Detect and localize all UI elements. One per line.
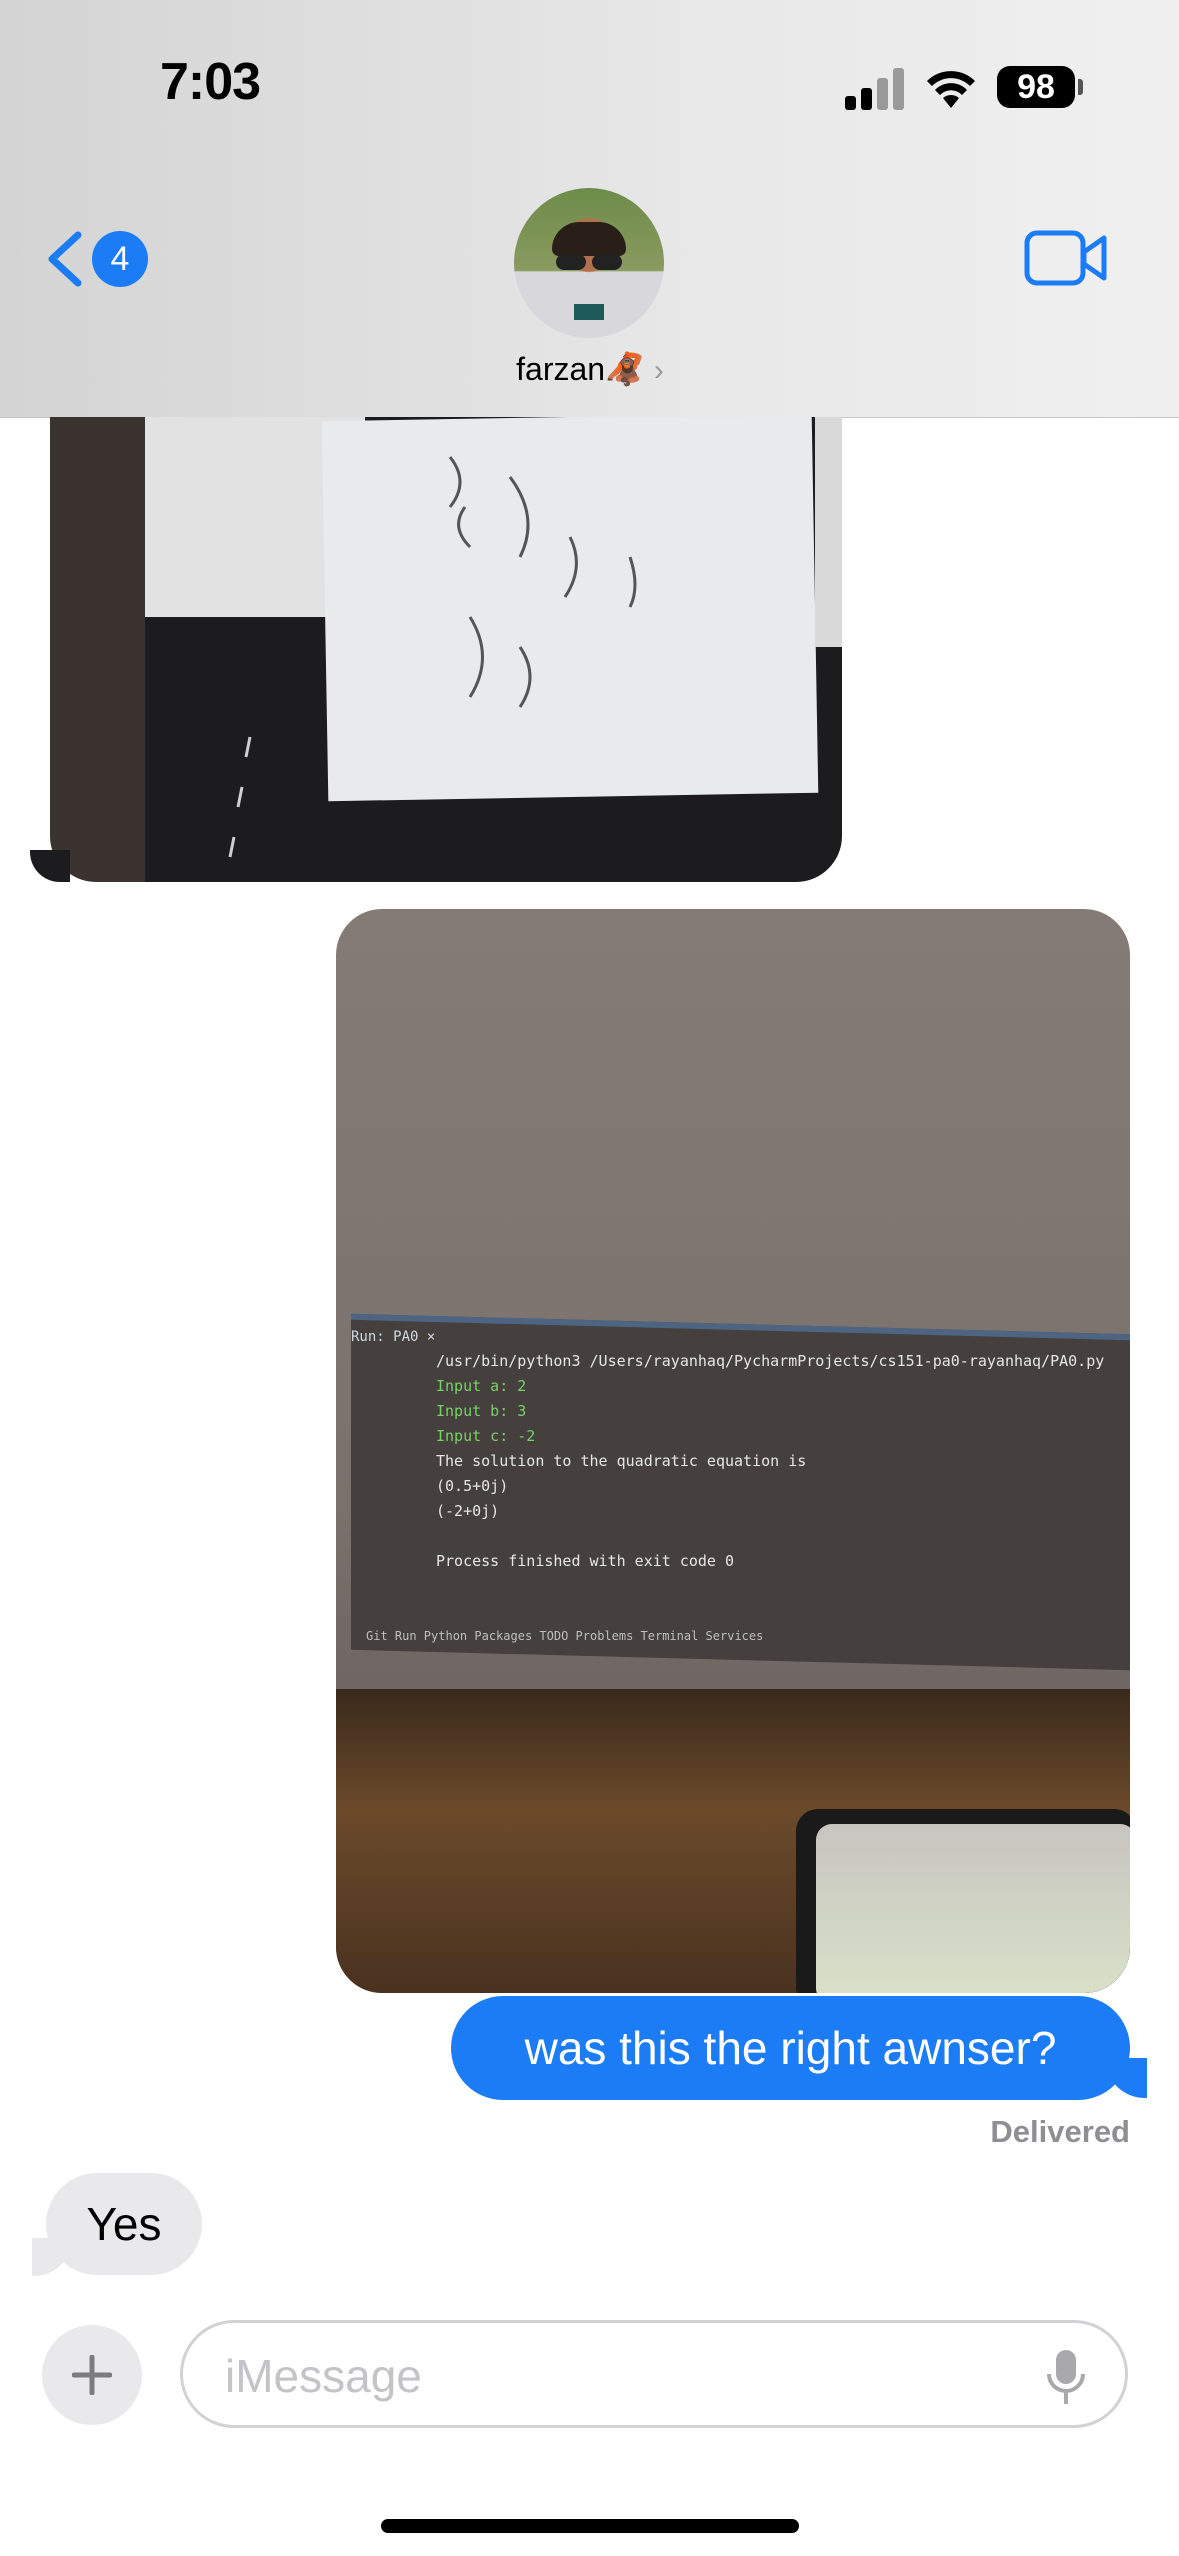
- imessage-input[interactable]: [223, 2347, 1007, 2405]
- sent-photo-attachment[interactable]: Run: PA0 × /usr/bin/python3 /Users/rayan…: [336, 909, 1130, 1993]
- bubble-tail: [30, 850, 70, 882]
- contact-avatar[interactable]: [514, 188, 664, 338]
- incoming-message[interactable]: Yes: [46, 2173, 202, 2275]
- terminal-output: /usr/bin/python3 /Users/rayanhaq/Pycharm…: [436, 1349, 1104, 1574]
- contact-name-button[interactable]: farzan🦧 ›: [440, 350, 740, 388]
- chevron-left-icon: [48, 231, 82, 287]
- laptop-screen: [816, 1824, 1130, 1993]
- message-input-field[interactable]: [180, 2320, 1128, 2428]
- chevron-right-icon: ›: [653, 354, 664, 387]
- plus-icon: [72, 2355, 112, 2395]
- terminal-line: The solution to the quadratic equation i…: [436, 1452, 807, 1470]
- battery-indicator: 98: [997, 66, 1075, 108]
- outgoing-message[interactable]: was this the right awnser?: [451, 1996, 1130, 2100]
- terminal-line: (0.5+0j): [436, 1477, 509, 1495]
- status-time: 7:03: [160, 53, 261, 111]
- handwriting-marks: [228, 456, 637, 858]
- received-photo-attachment[interactable]: [50, 417, 842, 882]
- delivery-status: Delivered: [990, 2114, 1130, 2149]
- home-indicator: [381, 2519, 799, 2533]
- run-tab-label: Run: PA0 ×: [351, 1329, 436, 1345]
- wifi-icon: [927, 71, 975, 108]
- unread-count-badge: 4: [92, 231, 148, 287]
- battery-nub: [1078, 79, 1083, 95]
- cellular-signal-icon: [845, 68, 905, 110]
- video-camera-icon[interactable]: [1024, 228, 1108, 288]
- terminal-line: Input b: 3: [436, 1402, 527, 1420]
- ide-tool-tabs: Git Run Python Packages TODO Problems Te…: [366, 1629, 764, 1643]
- terminal-line: Input c: -2: [436, 1427, 536, 1445]
- terminal-line: Input a: 2: [436, 1377, 527, 1395]
- contact-name: farzan🦧: [516, 351, 645, 387]
- terminal-line: (-2+0j): [436, 1502, 500, 1520]
- terminal-line: /usr/bin/python3 /Users/rayanhaq/Pycharm…: [436, 1352, 1105, 1370]
- microphone-icon[interactable]: [1046, 2348, 1086, 2406]
- apps-plus-button[interactable]: [42, 2325, 142, 2425]
- back-button[interactable]: 4: [44, 225, 154, 295]
- terminal-line: Process finished with exit code 0: [436, 1552, 735, 1570]
